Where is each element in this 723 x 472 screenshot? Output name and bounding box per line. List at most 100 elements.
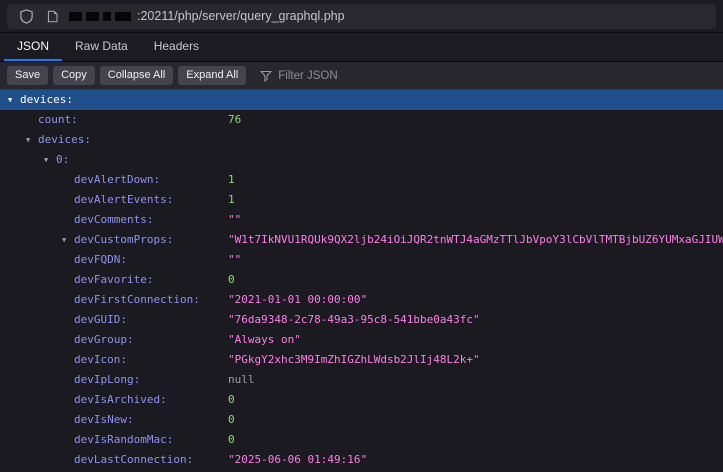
tree-row-devisrandommac[interactable]: devIsRandomMac: 0: [0, 430, 723, 450]
row-value: "76da9348-2c78-49a3-95c8-541bbe0a43fc": [228, 310, 723, 330]
redacted-block: [86, 12, 99, 21]
row-name-cell: devGUID:: [0, 310, 228, 330]
row-value: "2025-06-06 01:49:16": [228, 450, 723, 470]
twisty-spacer: [62, 290, 74, 310]
row-value: null: [228, 370, 723, 390]
tab-json[interactable]: JSON: [4, 33, 62, 61]
tab-raw-data[interactable]: Raw Data: [62, 33, 141, 61]
save-button[interactable]: Save: [7, 66, 48, 85]
tab-bar: JSONRaw DataHeaders: [0, 33, 723, 62]
twisty-spacer: [62, 170, 74, 190]
tree-row-devices[interactable]: ▼devices:: [0, 90, 723, 110]
row-value: 0: [228, 430, 723, 450]
twisty-expanded-icon[interactable]: ▼: [26, 130, 38, 150]
row-name-cell: devIsRandomMac:: [0, 430, 228, 450]
row-key: devGUID:: [74, 310, 127, 330]
tree-row-devalertdown[interactable]: devAlertDown: 1: [0, 170, 723, 190]
tree-row-devgroup[interactable]: devGroup: "Always on": [0, 330, 723, 350]
twisty-spacer: [62, 270, 74, 290]
row-value: "W1t7IkNVU1RQUk9QX2ljb24iOiJQR2tnWTJ4aGM…: [228, 230, 723, 250]
collapse-all-button[interactable]: Collapse All: [100, 66, 173, 85]
browser-address-bar: :20211/php/server/query_graphql.php: [0, 0, 723, 33]
tree-row-devisarchived[interactable]: devIsArchived: 0: [0, 390, 723, 410]
row-name-cell: devIsArchived:: [0, 390, 228, 410]
row-key: devAlertDown:: [74, 170, 160, 190]
row-name-cell: ▼0:: [0, 150, 228, 170]
tree-row-devfqdn[interactable]: devFQDN: "": [0, 250, 723, 270]
twisty-spacer: [62, 210, 74, 230]
row-value: [228, 90, 723, 110]
row-name-cell: devIpLong:: [0, 370, 228, 390]
copy-button[interactable]: Copy: [53, 66, 95, 85]
tab-headers[interactable]: Headers: [141, 33, 212, 61]
row-name-cell: devAlertEvents:: [0, 190, 228, 210]
twisty-spacer: [26, 110, 38, 130]
row-value: "PGkgY2xhc3M9ImZhIGZhLWdsb2JlIj48L2k+": [228, 350, 723, 370]
filter-funnel-icon: [260, 70, 272, 82]
row-key: devFavorite:: [74, 270, 153, 290]
row-name-cell: devFQDN:: [0, 250, 228, 270]
tree-row-devfirstconnection[interactable]: devFirstConnection: "2021-01-01 00:00:00": [0, 290, 723, 310]
url-text: :20211/php/server/query_graphql.php: [137, 9, 345, 23]
tree-row-count[interactable]: count: 76: [0, 110, 723, 130]
row-value: 1: [228, 170, 723, 190]
site-permissions-icon[interactable]: [43, 8, 61, 24]
twisty-expanded-icon[interactable]: ▼: [8, 90, 20, 110]
tracking-protection-shield-icon[interactable]: [17, 8, 35, 24]
row-key: devIsRandomMac:: [74, 430, 173, 450]
row-key: count:: [38, 110, 78, 130]
row-name-cell: devFirstConnection:: [0, 290, 228, 310]
tree-row-devcustomprops[interactable]: ▼devCustomProps:"W1t7IkNVU1RQUk9QX2ljb24…: [0, 230, 723, 250]
row-key: devIpLong:: [74, 370, 140, 390]
json-toolbar: Save Copy Collapse All Expand All Filter JS…: [0, 62, 723, 90]
row-value: 76: [228, 110, 723, 130]
tree-row-devguid[interactable]: devGUID: "76da9348-2c78-49a3-95c8-541bbe0…: [0, 310, 723, 330]
filter-placeholder: Filter JSON: [278, 70, 337, 82]
row-key: devGroup:: [74, 330, 134, 350]
tree-row-devisnew[interactable]: devIsNew:0: [0, 410, 723, 430]
row-name-cell: devFavorite:: [0, 270, 228, 290]
row-value: "": [228, 250, 723, 270]
row-key: devFQDN:: [74, 250, 127, 270]
row-value: "2021-01-01 00:00:00": [228, 290, 723, 310]
tree-row-devalertevents[interactable]: devAlertEvents: 1: [0, 190, 723, 210]
row-value: 0: [228, 270, 723, 290]
row-key: devAlertEvents:: [74, 190, 173, 210]
tree-row-devlastconnection[interactable]: devLastConnection:"2025-06-06 01:49:16": [0, 450, 723, 470]
row-name-cell: ▼devCustomProps:: [0, 230, 228, 250]
redacted-block: [69, 12, 82, 21]
row-key: devIsNew:: [74, 410, 134, 430]
expand-all-button[interactable]: Expand All: [178, 66, 246, 85]
twisty-expanded-icon[interactable]: ▼: [44, 150, 56, 170]
tree-row-devfavorite[interactable]: devFavorite: 0: [0, 270, 723, 290]
tree-row-0[interactable]: ▼0:: [0, 150, 723, 170]
tree-row-devices[interactable]: ▼devices:: [0, 130, 723, 150]
row-key: devComments:: [74, 210, 153, 230]
twisty-spacer: [62, 430, 74, 450]
tree-row-devicon[interactable]: devIcon: "PGkgY2xhc3M9ImZhIGZhLWdsb2JlIj4…: [0, 350, 723, 370]
twisty-expanded-icon[interactable]: ▼: [62, 230, 74, 250]
row-value: "": [228, 210, 723, 230]
redacted-host: [69, 12, 135, 21]
row-value: 0: [228, 390, 723, 410]
toolbar-buttons: Save Copy Collapse All Expand All: [7, 66, 246, 85]
redacted-block: [103, 12, 111, 21]
row-value: 1: [228, 190, 723, 210]
row-name-cell: devGroup:: [0, 330, 228, 350]
twisty-spacer: [62, 390, 74, 410]
filter-json-input[interactable]: Filter JSON: [260, 70, 337, 82]
row-key: devIsArchived:: [74, 390, 167, 410]
row-value: [228, 130, 723, 150]
row-value: "Always on": [228, 330, 723, 350]
row-name-cell: count:: [0, 110, 228, 130]
tree-row-devcomments[interactable]: devComments: "": [0, 210, 723, 230]
row-key: devFirstConnection:: [74, 290, 200, 310]
twisty-spacer: [62, 250, 74, 270]
row-name-cell: devIcon:: [0, 350, 228, 370]
url-input[interactable]: :20211/php/server/query_graphql.php: [7, 4, 716, 29]
row-key: devIcon:: [74, 350, 127, 370]
row-name-cell: devAlertDown:: [0, 170, 228, 190]
twisty-spacer: [62, 350, 74, 370]
twisty-spacer: [62, 410, 74, 430]
tree-row-deviplong[interactable]: devIpLong: null: [0, 370, 723, 390]
